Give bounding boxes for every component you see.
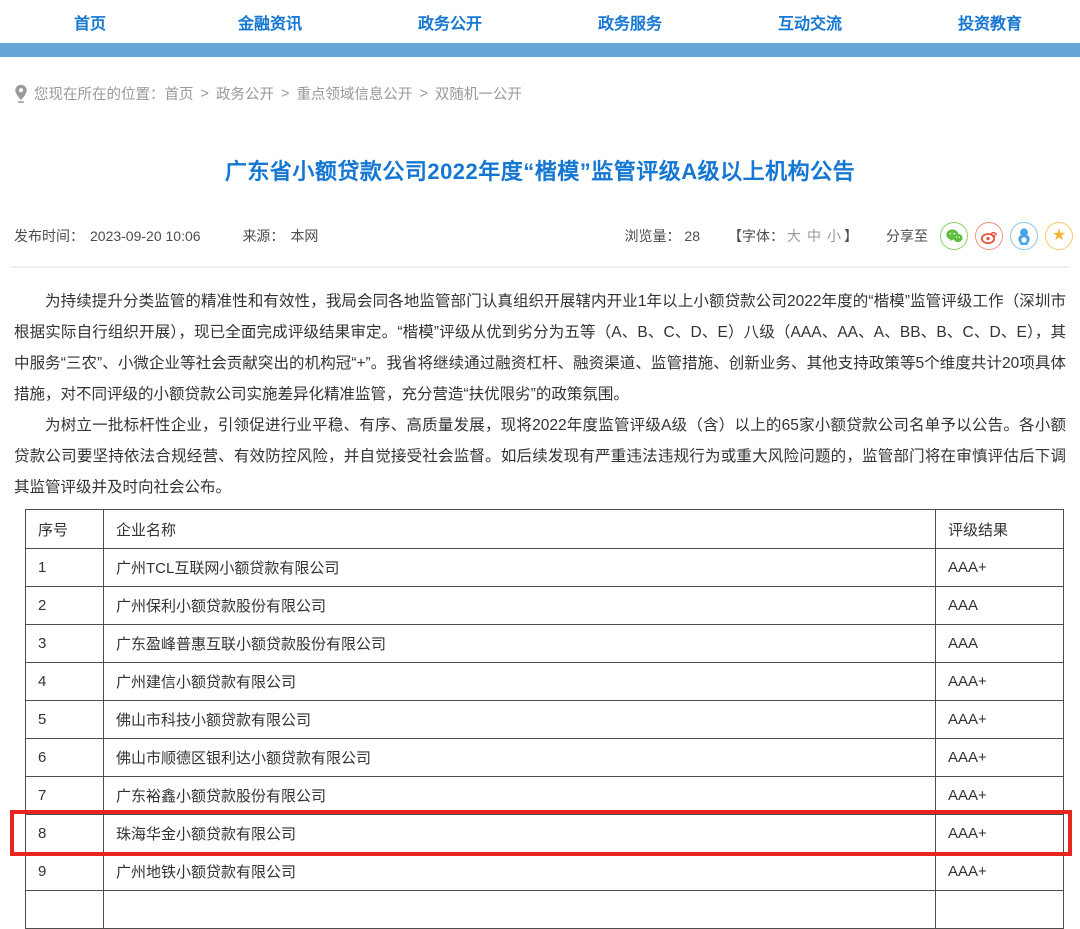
breadcrumb-gov-disclosure[interactable]: 政务公开 (216, 83, 274, 104)
nav-item-home[interactable]: 首页 (0, 10, 180, 34)
paragraph-1: 为持续提升分类监管的精准性和有效性，我局会同各地监管部门认真组织开展辖内开业1年… (14, 286, 1066, 410)
article-meta: 发布时间： 2023-09-20 10:06 来源： 本网 浏览量： 28 【字体：… (14, 222, 1080, 250)
font-size-large-button[interactable]: 大 (787, 228, 801, 244)
table-row: 4 广州建信小额贷款有限公司 AAA+ (26, 663, 1064, 701)
breadcrumb-home[interactable]: 首页 (165, 83, 194, 104)
font-size-control: 【字体：大中小】 (728, 226, 858, 246)
breadcrumb-separator: > (281, 86, 289, 102)
table-row: 7 广东裕鑫小额贷款股份有限公司 AAA+ (26, 777, 1064, 815)
cell-company: 广州建信小额贷款有限公司 (104, 663, 936, 701)
publish-time-label: 发布时间： (14, 228, 84, 244)
views: 浏览量： 28 (625, 226, 700, 246)
cell-company: 广东裕鑫小额贷款股份有限公司 (104, 777, 936, 815)
nav-item-gov-services[interactable]: 政务服务 (540, 10, 720, 34)
cell-no: 4 (26, 663, 104, 701)
qzone-star-icon[interactable]: ★ (1045, 222, 1073, 250)
table-row: 6 佛山市顺德区银利达小额贷款有限公司 AAA+ (26, 739, 1064, 777)
source-value: 本网 (290, 228, 318, 244)
cell-no: 7 (26, 777, 104, 815)
publish-time-value: 2023-09-20 10:06 (90, 228, 201, 244)
breadcrumb-key-info[interactable]: 重点领域信息公开 (296, 83, 412, 104)
cell-no: 6 (26, 739, 104, 777)
cell-rating: AAA+ (936, 815, 1064, 853)
table-row: 9 广州地铁小额贷款有限公司 AAA+ (26, 853, 1064, 891)
wechat-icon[interactable] (940, 222, 968, 250)
cell-rating: AAA (936, 625, 1064, 663)
cell-no: 2 (26, 587, 104, 625)
rating-table: 序号 企业名称 评级结果 1 广州TCL互联网小额贷款有限公司 AAA+ 2 广… (25, 509, 1064, 929)
table-row-clipped (26, 891, 1064, 929)
cell-company: 广州TCL互联网小额贷款有限公司 (104, 549, 936, 587)
col-header-company: 企业名称 (104, 510, 936, 549)
table-row-highlighted: 8 珠海华金小额贷款有限公司 AAA+ (26, 815, 1064, 853)
nav-item-finance-news[interactable]: 金融资讯 (180, 10, 360, 34)
table-row: 3 广东盈峰普惠互联小额贷款股份有限公司 AAA (26, 625, 1064, 663)
cell-rating: AAA (936, 587, 1064, 625)
source-label: 来源： (242, 228, 284, 244)
cell-rating: AAA+ (936, 701, 1064, 739)
font-size-close-bracket: 】 (844, 228, 858, 244)
breadcrumb-double-random[interactable]: 双随机一公开 (435, 83, 522, 104)
cell-rating: AAA+ (936, 853, 1064, 891)
cell-company: 广州地铁小额贷款有限公司 (104, 853, 936, 891)
col-header-rating: 评级结果 (936, 510, 1064, 549)
nav-item-interaction[interactable]: 互动交流 (720, 10, 900, 34)
qq-icon[interactable] (1010, 222, 1038, 250)
cell-rating: AAA+ (936, 777, 1064, 815)
col-header-no: 序号 (26, 510, 104, 549)
article-body: 为持续提升分类监管的精准性和有效性，我局会同各地监管部门认真组织开展辖内开业1年… (14, 286, 1066, 503)
rating-table-wrap: 序号 企业名称 评级结果 1 广州TCL互联网小额贷款有限公司 AAA+ 2 广… (25, 509, 1063, 929)
share-icons: ★ (940, 222, 1080, 250)
table-row: 2 广州保利小额贷款股份有限公司 AAA (26, 587, 1064, 625)
meta-right: 浏览量： 28 【字体：大中小】 分享至 (625, 222, 1080, 250)
paragraph-2: 为树立一批标杆性企业，引领促进行业平稳、有序、高质量发展，现将2022年度监管评… (14, 410, 1066, 503)
cell-company: 佛山市顺德区银利达小额贷款有限公司 (104, 739, 936, 777)
views-count: 28 (684, 228, 700, 244)
location-pin-icon (14, 84, 28, 103)
table-header-row: 序号 企业名称 评级结果 (26, 510, 1064, 549)
font-size-medium-button[interactable]: 中 (807, 228, 821, 244)
weibo-icon[interactable] (975, 222, 1003, 250)
table-row: 1 广州TCL互联网小额贷款有限公司 AAA+ (26, 549, 1064, 587)
font-size-open-bracket: 【字体： (728, 228, 784, 244)
breadcrumb-separator: > (419, 86, 427, 102)
page: { "nav": { "items": ["首页", "金融资讯", "政务公开… (0, 0, 1080, 877)
cell-company: 广东盈峰普惠互联小额贷款股份有限公司 (104, 625, 936, 663)
font-size-small-button[interactable]: 小 (827, 228, 841, 244)
cell-rating: AAA+ (936, 549, 1064, 587)
cell-no: 8 (26, 815, 104, 853)
cell-company: 广州保利小额贷款股份有限公司 (104, 587, 936, 625)
cell-no: 5 (26, 701, 104, 739)
nav-item-gov-disclosure[interactable]: 政务公开 (360, 10, 540, 34)
nav-underline-bar (0, 43, 1080, 57)
breadcrumb-prefix: 您现在所在的位置： (34, 83, 165, 104)
cell-no: 1 (26, 549, 104, 587)
cell-company: 珠海华金小额贷款有限公司 (104, 815, 936, 853)
breadcrumb: 您现在所在的位置： 首页 > 政务公开 > 重点领域信息公开 > 双随机一公开 (14, 83, 1066, 104)
meta-divider (10, 266, 1070, 268)
breadcrumb-separator: > (201, 86, 209, 102)
table-row: 5 佛山市科技小额贷款有限公司 AAA+ (26, 701, 1064, 739)
cell-no: 3 (26, 625, 104, 663)
top-nav: 首页 金融资讯 政务公开 政务服务 互动交流 投资教育 (0, 0, 1080, 43)
page-title: 广东省小额贷款公司2022年度“楷模”监管评级A级以上机构公告 (0, 154, 1080, 186)
cell-rating: AAA+ (936, 739, 1064, 777)
meta-left: 发布时间： 2023-09-20 10:06 来源： 本网 (14, 226, 324, 246)
cell-no: 9 (26, 853, 104, 891)
nav-item-investor-education[interactable]: 投资教育 (900, 10, 1080, 34)
share-label: 分享至 (886, 226, 928, 246)
cell-company: 佛山市科技小额贷款有限公司 (104, 701, 936, 739)
cell-rating: AAA+ (936, 663, 1064, 701)
